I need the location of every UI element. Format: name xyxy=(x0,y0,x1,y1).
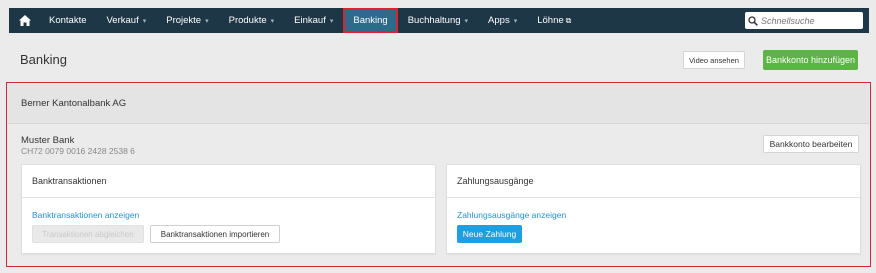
chevron-down-icon: ▾ xyxy=(329,17,334,25)
bank-account-section: Muster Bank CH72 0079 0016 2428 2538 6 B… xyxy=(8,125,869,265)
payments-card: Zahlungsausgänge Zahlungsausgänge anzeig… xyxy=(446,164,861,254)
nav-label: Banking xyxy=(353,15,388,26)
nav-item-buchhaltung[interactable]: Buchhaltung ▾ xyxy=(398,8,478,33)
chevron-down-icon: ▾ xyxy=(142,17,147,25)
chevron-down-icon: ▾ xyxy=(270,17,275,25)
bank-panel: Berner Kantonalbank AG Muster Bank CH72 … xyxy=(6,82,871,267)
nav-label: Produkte xyxy=(228,15,267,26)
show-transactions-link[interactable]: Banktransaktionen anzeigen xyxy=(32,210,139,220)
reconcile-transactions-button[interactable]: Transaktionen abgleichen xyxy=(32,225,144,243)
nav-item-produkte[interactable]: Produkte ▾ xyxy=(219,8,285,33)
home-button[interactable] xyxy=(11,8,39,33)
quick-search[interactable] xyxy=(745,12,863,29)
nav-label: Apps xyxy=(488,15,510,26)
account-iban: CH72 0079 0016 2428 2538 6 xyxy=(21,146,135,156)
chevron-down-icon: ▾ xyxy=(513,17,518,25)
home-icon xyxy=(19,15,31,26)
page-title: Banking xyxy=(20,52,67,67)
card-title: Zahlungsausgänge xyxy=(447,165,860,198)
import-transactions-button[interactable]: Banktransaktionen importieren xyxy=(150,225,280,243)
nav-label: Verkauf xyxy=(106,15,139,26)
nav-label: Einkauf xyxy=(294,15,326,26)
chevron-down-icon: ▾ xyxy=(205,17,209,25)
nav-item-einkauf[interactable]: Einkauf ▾ xyxy=(284,8,343,33)
card-title: Banktransaktionen xyxy=(22,165,435,198)
account-name: Muster Bank xyxy=(21,135,75,146)
nav-item-apps[interactable]: Apps ▾ xyxy=(478,8,527,33)
search-icon xyxy=(745,12,761,29)
nav-label: Projekte xyxy=(166,15,202,26)
nav-item-verkauf[interactable]: Verkauf ▾ xyxy=(97,8,157,33)
nav-label: Kontakte xyxy=(49,15,87,26)
nav-item-kontakte[interactable]: Kontakte xyxy=(39,8,97,33)
add-bank-account-button[interactable]: Bankkonto hinzufügen xyxy=(763,50,858,70)
nav-label: Löhne xyxy=(537,15,564,26)
nav-label: Buchhaltung xyxy=(407,15,461,26)
show-payments-link[interactable]: Zahlungsausgänge anzeigen xyxy=(457,210,566,220)
new-payment-button[interactable]: Neue Zahlung xyxy=(457,225,522,243)
top-navigation: Kontakte Verkauf ▾ Projekte ▾ Produkte ▾… xyxy=(9,8,869,33)
chevron-down-icon: ▾ xyxy=(464,17,469,25)
nav-item-loehne[interactable]: Löhne ⧉ xyxy=(527,8,581,33)
edit-bank-account-button[interactable]: Bankkonto bearbeiten xyxy=(763,135,859,153)
external-link-icon: ⧉ xyxy=(565,15,572,25)
bank-name: Berner Kantonalbank AG xyxy=(8,84,869,124)
nav-item-projekte[interactable]: Projekte ▾ xyxy=(156,8,218,33)
transactions-card: Banktransaktionen Banktransaktionen anze… xyxy=(21,164,436,254)
video-button[interactable]: Video ansehen xyxy=(683,51,745,69)
search-input[interactable] xyxy=(761,15,857,26)
nav-item-banking[interactable]: Banking xyxy=(343,8,398,33)
